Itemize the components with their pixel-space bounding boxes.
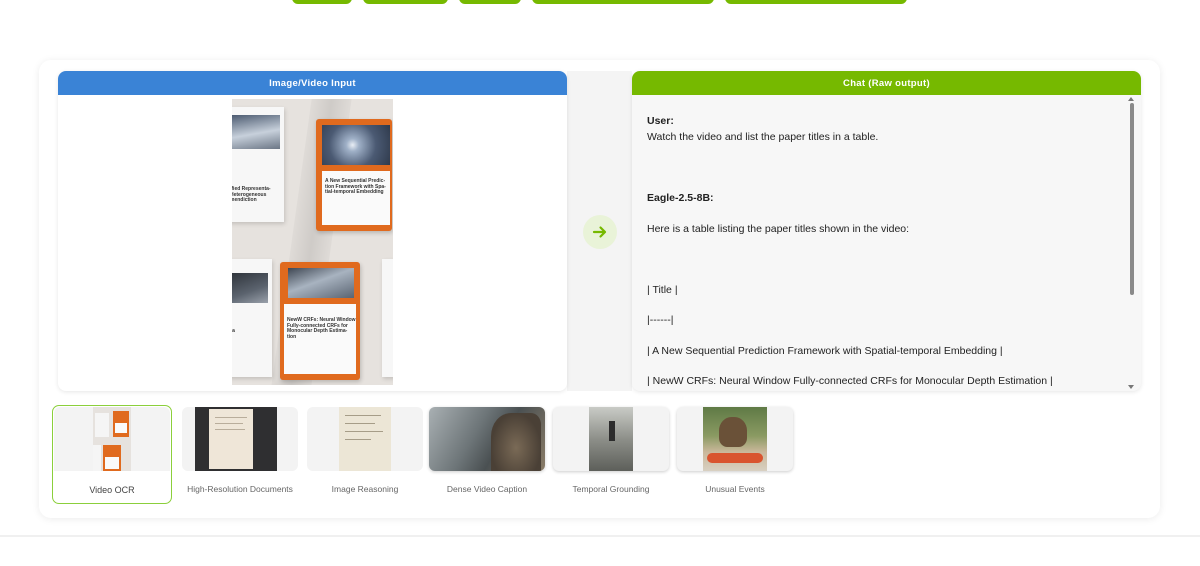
example-label: Unusual Events <box>705 484 765 494</box>
paper-card-1: ified Representa- Heterogeneous mendicti… <box>232 107 284 222</box>
paper-card-2: A New Sequential Predic- tion Framework … <box>316 119 392 231</box>
demo-card: Image/Video Input ified Representa- Hete… <box>39 60 1160 518</box>
top-tab-1[interactable] <box>292 0 352 4</box>
input-panel-title: Image/Video Input <box>58 71 567 95</box>
assistant-role-label: Eagle-2.5-8B: <box>647 192 714 204</box>
top-tab-4[interactable] <box>532 0 714 4</box>
examples-gallery: Video OCR High-Resolution Documents Imag… <box>52 405 812 505</box>
table-separator-row: |------| <box>647 314 674 326</box>
example-video-ocr[interactable]: Video OCR <box>52 405 172 504</box>
table-row-1: | A New Sequential Prediction Framework … <box>647 345 1003 357</box>
paper-3-title: ica <box>232 328 235 334</box>
example-high-resolution-documents[interactable]: High-Resolution Documents <box>182 405 302 503</box>
example-label: Video OCR <box>89 485 135 495</box>
example-thumbnail <box>553 407 669 471</box>
example-dense-video-caption[interactable]: Dense Video Caption <box>429 405 549 503</box>
example-thumbnail <box>429 407 545 471</box>
example-thumbnail <box>677 407 793 471</box>
top-tab-bar <box>0 0 1200 4</box>
example-temporal-grounding[interactable]: Temporal Grounding <box>553 405 673 503</box>
top-tab-3[interactable] <box>459 0 521 4</box>
chat-scrollbar-thumb[interactable] <box>1130 103 1134 295</box>
paper-1-title: ified Representa- Heterogeneous mendicti… <box>232 186 271 204</box>
example-label: High-Resolution Documents <box>187 484 293 494</box>
paper-card-5 <box>382 259 393 377</box>
example-unusual-events[interactable]: Unusual Events <box>677 405 797 503</box>
paper-2-title: A New Sequential Predic- tion Framework … <box>325 178 386 196</box>
page-divider <box>0 535 1200 537</box>
example-image-reasoning[interactable]: Image Reasoning <box>307 405 427 503</box>
user-message: Watch the video and list the paper title… <box>647 131 879 143</box>
example-label: Dense Video Caption <box>446 484 528 494</box>
scroll-down-icon[interactable] <box>1128 385 1134 389</box>
table-header-row: | Title | <box>647 284 678 296</box>
paper-card-4: NewW CRFs: Neural Window Fully-connected… <box>280 262 360 380</box>
example-thumbnail <box>182 407 298 471</box>
top-tab-5[interactable] <box>725 0 907 4</box>
user-role-label: User: <box>647 115 674 127</box>
example-label: Image Reasoning <box>331 484 399 494</box>
chat-output-panel: Chat (Raw output) User: Watch the video … <box>632 71 1141 391</box>
example-label: Temporal Grounding <box>572 484 650 494</box>
paper-4-title: NewW CRFs: Neural Window Fully-connected… <box>287 317 356 340</box>
video-preview[interactable]: ified Representa- Heterogeneous mendicti… <box>232 99 393 385</box>
paper-card-3: ica <box>232 259 272 377</box>
scroll-up-icon[interactable] <box>1128 97 1134 101</box>
example-thumbnail <box>54 407 170 471</box>
submit-arrow-button[interactable] <box>583 215 617 249</box>
arrow-right-icon <box>592 226 607 238</box>
top-tab-2[interactable] <box>363 0 448 4</box>
table-row-2: | NewW CRFs: Neural Window Fully-connect… <box>647 375 1053 387</box>
example-thumbnail <box>307 407 423 471</box>
image-video-input-panel: Image/Video Input ified Representa- Hete… <box>58 71 567 391</box>
assistant-message-intro: Here is a table listing the paper titles… <box>647 223 910 235</box>
chat-panel-title: Chat (Raw output) <box>632 71 1141 95</box>
